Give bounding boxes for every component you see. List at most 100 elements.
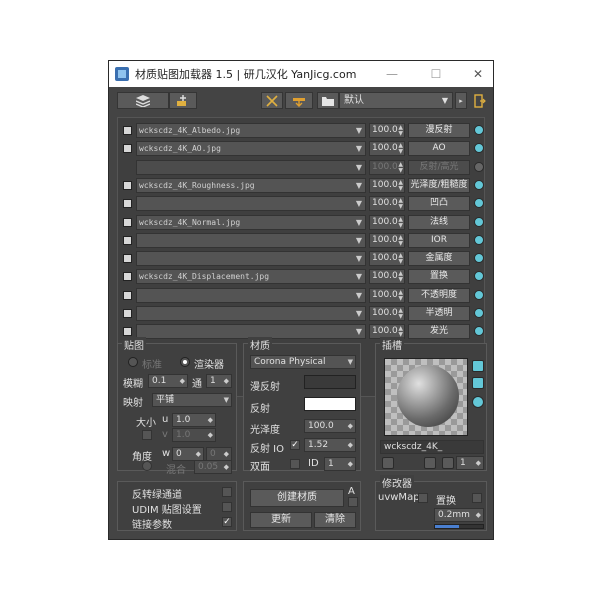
v-field[interactable]: 1.0 ◆ [172,428,216,442]
map-amount-field[interactable]: 100.0 ▲ ▼ [369,232,405,248]
link-params-checkbox[interactable]: ✓ [222,517,232,527]
exit-button[interactable] [471,92,489,109]
mapping-select[interactable]: 平铺 ▼ [152,393,232,407]
slot-options-icon[interactable] [472,396,484,408]
flip-green-checkbox[interactable] [222,487,232,497]
map-amount-field[interactable]: 100.0 ▲ ▼ [369,141,405,157]
double-sided-checkbox[interactable] [290,459,300,469]
map-slot-indicator-icon[interactable] [474,234,484,245]
minimize-button[interactable]: — [377,61,407,87]
map-row-checkbox[interactable] [123,254,132,264]
lock-icon[interactable] [142,430,152,440]
map-row-checkbox[interactable] [123,217,132,227]
material-preview[interactable] [384,358,468,436]
map-slot-indicator-icon[interactable] [474,143,484,154]
open-folder-button[interactable] [317,92,339,109]
map-slot-button[interactable]: 不透明度 [408,287,470,303]
slot-background-icon[interactable] [472,377,484,389]
folder-up-button[interactable] [285,92,313,109]
reflect-color-swatch[interactable] [304,397,356,411]
map-file-select[interactable]: wckscdz_4K_Normal.jpg ▼ [136,214,366,230]
map-slot-button[interactable]: 发光 [408,324,470,340]
map-file-select[interactable]: ▼ [136,306,366,321]
delete-icon[interactable] [442,457,454,469]
map-slot-indicator-icon[interactable] [474,198,484,209]
map-slot-button[interactable]: 半透明 [408,306,470,321]
layers-button[interactable] [117,92,169,109]
map-row-checkbox[interactable] [123,309,132,318]
cut-button[interactable] [261,92,283,109]
maximize-button[interactable]: ☐ [421,61,451,87]
diffuse-color-swatch[interactable] [304,375,356,389]
standard-radio[interactable] [128,357,138,367]
map-slot-indicator-icon[interactable] [474,326,484,337]
reflect-io-checkbox[interactable]: ✓ [290,440,300,450]
map-amount-field[interactable]: 100.0 ▲ ▼ [369,159,405,175]
map-row-checkbox[interactable] [123,180,132,190]
map-slot-button[interactable]: 漫反射 [408,123,470,138]
preset-small-button[interactable]: ▸ [455,92,467,109]
map-amount-field[interactable]: 100.0 ▲ ▼ [369,214,405,230]
map-slot-button[interactable]: AO [408,141,470,157]
reset-angle-icon[interactable] [142,461,152,471]
map-file-select[interactable]: wckscdz_4K_Roughness.jpg ▼ [136,177,366,193]
map-slot-indicator-icon[interactable] [474,253,484,264]
map-amount-field[interactable]: 100.0 ▲ ▼ [369,251,405,267]
u-field[interactable]: 1.0 ◆ [172,413,216,427]
map-slot-indicator-icon[interactable] [474,216,484,227]
displacement-field[interactable]: 0.2mm ◆ [434,508,484,522]
map-slot-button[interactable]: 凹凸 [408,196,470,212]
map-row-checkbox[interactable] [123,272,132,282]
map-slot-indicator-icon[interactable] [474,271,484,282]
material-type-select[interactable]: Corona Physical ▼ [250,355,356,369]
slot-name-field[interactable]: wckscdz_4K_ [380,440,484,454]
map-slot-button[interactable]: 法线 [408,214,470,230]
add-map-button[interactable] [169,92,197,109]
close-button[interactable]: ✕ [463,61,493,87]
slot-count-field[interactable]: 1 ◆ [456,456,484,470]
map-amount-field[interactable]: 100.0 ▲ ▼ [369,177,405,193]
uvwmap-checkbox[interactable] [418,493,428,503]
map-file-select[interactable]: wckscdz_4K_Displacement.jpg ▼ [136,269,366,285]
map-file-select[interactable]: wckscdz_4K_Albedo.jpg ▼ [136,123,366,138]
gloss-field[interactable]: 100.0 ◆ [304,419,356,433]
map-row-checkbox[interactable] [123,327,132,337]
w-field[interactable]: 0 ◆ [172,447,204,461]
update-button[interactable]: 更新 [250,512,312,528]
preset-select[interactable]: 默认 ▼ [339,92,453,109]
map-amount-field[interactable]: 100.0 ▲ ▼ [369,306,405,321]
map-amount-field[interactable]: 100.0 ▲ ▼ [369,196,405,212]
map-file-select[interactable]: wckscdz_4K_AO.jpg ▼ [136,141,366,157]
map-slot-indicator-icon[interactable] [474,179,484,190]
a-checkbox[interactable] [348,497,358,507]
map-slot-indicator-icon[interactable] [474,161,484,172]
map-slot-button[interactable]: 金属度 [408,251,470,267]
create-material-button[interactable]: 创建材质 [250,489,344,507]
pass-field[interactable]: 1 ◆ [206,374,232,388]
map-row-checkbox[interactable] [123,199,132,209]
map-slot-indicator-icon[interactable] [474,289,484,300]
angle2-field[interactable]: 0 ◆ [206,447,232,461]
renderer-radio[interactable] [180,357,190,367]
blend-field[interactable]: 0.05 ◆ [194,460,232,474]
blur-field[interactable]: 0.1 ◆ [148,374,188,388]
udim-checkbox[interactable] [222,502,232,512]
clear-button[interactable]: 清除 [314,512,356,528]
id-field[interactable]: 1 ◆ [324,457,356,471]
map-row-checkbox[interactable] [123,126,132,135]
grid-icon[interactable] [424,457,436,469]
displacement-checkbox[interactable] [472,493,482,503]
map-file-select[interactable]: ▼ [136,287,366,303]
pick-icon[interactable] [382,457,394,469]
map-slot-indicator-icon[interactable] [474,125,484,135]
map-file-select[interactable]: ▼ [136,196,366,212]
map-amount-field[interactable]: 100.0 ▲ ▼ [369,287,405,303]
map-file-select[interactable]: ▼ [136,251,366,267]
map-file-select[interactable]: ▼ [136,232,366,248]
map-row-checkbox[interactable] [123,144,132,154]
map-amount-field[interactable]: 100.0 ▲ ▼ [369,269,405,285]
slot-refresh-icon[interactable] [472,360,484,372]
map-slot-button[interactable]: 置换 [408,269,470,285]
map-file-select[interactable]: ▼ [136,159,366,175]
map-slot-indicator-icon[interactable] [474,308,484,318]
